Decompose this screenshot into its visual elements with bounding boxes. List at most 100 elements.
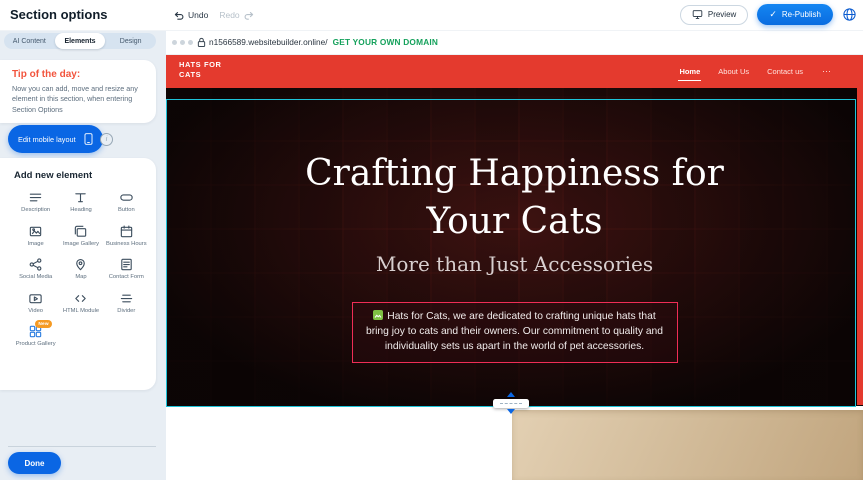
next-section-image[interactable] bbox=[512, 410, 863, 480]
check-icon bbox=[769, 9, 777, 20]
website-builder-app: Section options Undo Redo Preview Re-Pub… bbox=[0, 0, 863, 480]
add-element-panel: Add new element Description Heading Butt… bbox=[0, 158, 156, 390]
topbar: Section options Undo Redo Preview Re-Pub… bbox=[0, 0, 863, 31]
element-label: HTML Module bbox=[63, 308, 99, 316]
element-label: Video bbox=[28, 308, 43, 316]
site-url: n1566589.websitebuilder.online/ bbox=[209, 37, 328, 47]
arrow-down-icon bbox=[507, 409, 515, 414]
add-element-title: Add new element bbox=[14, 170, 148, 181]
element-label: Button bbox=[118, 207, 135, 215]
page-title: Section options bbox=[10, 7, 108, 22]
logo-line1: HATS FOR bbox=[179, 60, 229, 70]
video-icon bbox=[28, 291, 43, 306]
nav-item-about[interactable]: About Us bbox=[717, 56, 750, 87]
nav-item-contact[interactable]: Contact us bbox=[766, 56, 804, 87]
get-domain-link[interactable]: GET YOUR OWN DOMAIN bbox=[333, 37, 439, 47]
image-element-chip-icon bbox=[373, 310, 383, 320]
element-image[interactable]: Image bbox=[14, 224, 57, 249]
element-label: Description bbox=[21, 207, 50, 215]
element-html-module[interactable]: HTML Module bbox=[59, 291, 102, 316]
share-icon bbox=[28, 257, 43, 272]
element-grid: Description Heading Button Image Image G bbox=[14, 190, 148, 349]
element-label: Image bbox=[28, 241, 44, 249]
new-badge: New bbox=[35, 320, 52, 328]
text-lines-icon bbox=[28, 190, 43, 205]
undo-label: Undo bbox=[188, 10, 208, 20]
element-label: Business Hours bbox=[106, 241, 147, 249]
section-resize-handle[interactable] bbox=[493, 392, 529, 414]
hero-subheading[interactable]: More than Just Accessories bbox=[295, 252, 735, 276]
globe-icon bbox=[842, 7, 857, 22]
tip-body: Now you can add, move and resize any ele… bbox=[12, 84, 144, 115]
hero-body-text: Hats for Cats, we are dedicated to craft… bbox=[366, 311, 663, 352]
redo-icon bbox=[244, 10, 255, 21]
element-button[interactable]: Button bbox=[105, 190, 148, 215]
sidebar-divider bbox=[8, 446, 156, 447]
url-bar[interactable]: n1566589.websitebuilder.online/GET YOUR … bbox=[209, 37, 438, 47]
element-image-gallery[interactable]: Image Gallery bbox=[59, 224, 102, 249]
sidebar-tabs: AI Content Elements Design bbox=[4, 33, 156, 49]
site-preview: HATS FOR CATS Home About Us Contact us ⋯… bbox=[166, 54, 863, 480]
preview-button[interactable]: Preview bbox=[680, 5, 748, 25]
nav-more-icon[interactable]: ⋯ bbox=[820, 56, 833, 87]
element-divider[interactable]: Divider bbox=[105, 291, 148, 316]
element-label: Divider bbox=[117, 308, 135, 316]
button-icon bbox=[119, 190, 134, 205]
element-label: Product Gallery bbox=[16, 341, 56, 349]
tip-title: Tip of the day: bbox=[12, 69, 144, 80]
tab-design[interactable]: Design bbox=[105, 33, 156, 49]
image-icon bbox=[28, 224, 43, 239]
element-product-gallery[interactable]: New Product Gallery bbox=[14, 324, 57, 349]
element-video[interactable]: Video bbox=[14, 291, 57, 316]
element-business-hours[interactable]: Business Hours bbox=[105, 224, 148, 249]
element-map[interactable]: Map bbox=[59, 257, 102, 282]
element-label: Social Media bbox=[19, 274, 52, 282]
redo-button[interactable]: Redo bbox=[216, 8, 257, 23]
hero-section[interactable]: Crafting Happiness for Your Cats More th… bbox=[166, 88, 863, 406]
phone-icon bbox=[84, 132, 93, 146]
info-icon[interactable] bbox=[100, 133, 113, 146]
image-gallery-icon bbox=[73, 224, 88, 239]
topbar-actions: Preview Re-Publish bbox=[680, 4, 857, 25]
edit-mobile-layout-button[interactable]: Edit mobile layout bbox=[8, 125, 103, 153]
tab-ai-content[interactable]: AI Content bbox=[4, 33, 55, 49]
element-contact-form[interactable]: Contact Form bbox=[105, 257, 148, 282]
lock-icon bbox=[197, 37, 206, 48]
element-description[interactable]: Description bbox=[14, 190, 57, 215]
undo-button[interactable]: Undo bbox=[170, 8, 211, 23]
code-icon bbox=[73, 291, 88, 306]
site-nav: Home About Us Contact us ⋯ bbox=[678, 55, 833, 88]
hero-text-element-selected[interactable]: Hats for Cats, we are dedicated to craft… bbox=[352, 302, 678, 363]
element-social-media[interactable]: Social Media bbox=[14, 257, 57, 282]
edit-mobile-label: Edit mobile layout bbox=[18, 135, 76, 144]
republish-label: Re-Publish bbox=[782, 10, 821, 19]
sidebar: AI Content Elements Design Tip of the da… bbox=[0, 30, 166, 480]
element-heading[interactable]: Heading bbox=[59, 190, 102, 215]
undo-icon bbox=[173, 10, 184, 21]
tip-card: Tip of the day: Now you can add, move an… bbox=[0, 60, 156, 123]
element-label: Image Gallery bbox=[63, 241, 99, 249]
republish-button[interactable]: Re-Publish bbox=[757, 4, 833, 25]
undo-redo-group: Undo Redo bbox=[170, 5, 258, 25]
logo-line2: CATS bbox=[179, 70, 229, 80]
language-globe-button[interactable] bbox=[842, 7, 857, 22]
tab-elements[interactable]: Elements bbox=[55, 33, 106, 49]
element-label: Map bbox=[75, 274, 86, 282]
contact-form-icon bbox=[119, 257, 134, 272]
divider-icon bbox=[119, 291, 134, 306]
window-dots-icon bbox=[172, 40, 193, 45]
business-hours-icon bbox=[119, 224, 134, 239]
hero-heading[interactable]: Crafting Happiness for Your Cats bbox=[295, 150, 735, 245]
done-button[interactable]: Done bbox=[8, 452, 61, 474]
drag-handle-pill bbox=[493, 399, 529, 408]
redo-label: Redo bbox=[219, 10, 239, 20]
map-pin-icon bbox=[73, 257, 88, 272]
browser-bar: n1566589.websitebuilder.online/GET YOUR … bbox=[166, 30, 863, 55]
site-header[interactable]: HATS FOR CATS Home About Us Contact us ⋯ bbox=[166, 55, 863, 88]
site-logo[interactable]: HATS FOR CATS bbox=[179, 60, 229, 80]
page-overflow-strip bbox=[857, 55, 863, 405]
nav-item-home[interactable]: Home bbox=[678, 56, 701, 87]
element-label: Contact Form bbox=[109, 274, 144, 282]
element-label: Heading bbox=[70, 207, 92, 215]
preview-label: Preview bbox=[708, 10, 736, 19]
